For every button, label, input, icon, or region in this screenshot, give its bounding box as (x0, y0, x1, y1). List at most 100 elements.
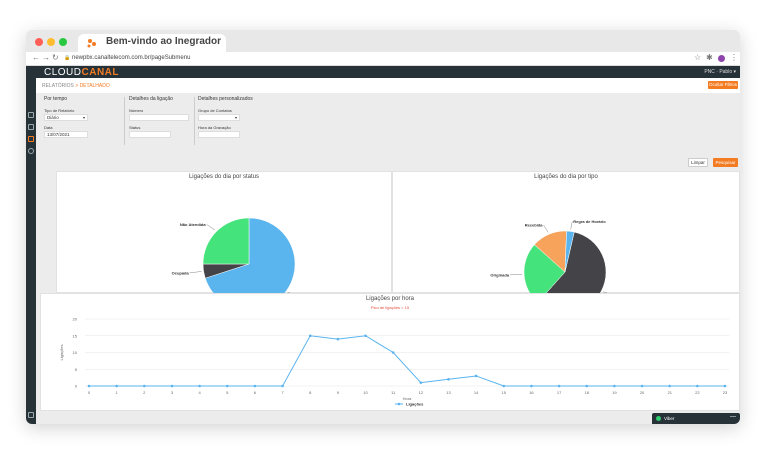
divider (124, 97, 125, 145)
y-tick-label: 10 (73, 350, 78, 355)
data-point (253, 384, 257, 388)
data-point (613, 384, 616, 388)
chevron-down-icon: ▾ (82, 115, 85, 120)
pie-data-label: Recebida (525, 223, 544, 228)
legend-label: Ligações (406, 402, 424, 407)
sidebar-item-settings-icon[interactable] (28, 148, 34, 154)
date-label: Data (44, 125, 53, 130)
report-type-select[interactable]: Diário ▾ (44, 114, 88, 121)
more-menu-icon[interactable]: ⋮ (730, 53, 738, 62)
forward-icon[interactable]: → (42, 53, 50, 62)
pie-label-connector (543, 224, 549, 233)
pie-type-chart: InternaOriginadaRecebidaRegra de Horário (490, 219, 629, 294)
line-hour-panel: Ligações por hora Pico de ligações = 15 … (40, 293, 740, 411)
x-tick-label: 4 (198, 390, 201, 395)
number-field[interactable] (129, 114, 189, 121)
x-tick-label: 9 (337, 390, 340, 395)
y-tick-label: 0 (75, 384, 78, 389)
sidebar-item-help-icon[interactable] (28, 412, 34, 418)
data-point (723, 384, 727, 388)
x-tick-label: 18 (585, 390, 590, 395)
pie-data-label: Originada (490, 272, 509, 277)
x-tick-label: 13 (446, 390, 451, 395)
data-point (502, 384, 506, 388)
filter-group-title: Detalhes da ligação (129, 96, 173, 102)
sidebar-item-dashboard-icon[interactable] (28, 112, 34, 118)
browser-window: Bem-vindo ao Inegrador ← → ↻ 🔒 newpbx.ca… (26, 30, 740, 424)
sidebar-item-calls-icon[interactable] (28, 124, 34, 130)
sidebar (26, 78, 36, 424)
data-point (281, 384, 284, 388)
x-tick-label: 22 (695, 390, 700, 395)
status-label: Status (129, 125, 141, 130)
data-point (115, 384, 118, 388)
star-icon[interactable]: ☆ (694, 53, 701, 62)
data-point (585, 384, 589, 388)
app-brand[interactable]: CLOUDCANAL (44, 67, 119, 78)
x-tick-label: 12 (419, 390, 424, 395)
chevron-down-icon: ▾ (234, 115, 237, 120)
clear-button[interactable]: Limpar (688, 158, 708, 167)
browser-titlebar: Bem-vindo ao Inegrador (26, 30, 740, 52)
pie-type-panel: Ligações do dia por tipo InternaOriginad… (392, 171, 740, 294)
data-point (308, 334, 312, 338)
minimize-icon[interactable]: — (730, 414, 736, 420)
pie-data-label: Não Atendida (180, 222, 206, 227)
date-field[interactable]: 13/07/2021 (44, 131, 88, 138)
maximize-window-icon[interactable] (59, 38, 67, 46)
recording-time-field[interactable] (198, 131, 240, 138)
recording-time-label: Hora da Gravação (198, 125, 231, 130)
x-axis-label: Hora (403, 396, 412, 401)
viber-label: Viber (664, 416, 675, 421)
filter-group-time: Por tempo Tipo de Relatório Diário ▾ Data… (44, 96, 88, 148)
contact-group-label: Grupo de Contatos (198, 108, 232, 113)
x-tick-label: 8 (309, 390, 312, 395)
close-window-icon[interactable] (35, 38, 43, 46)
data-point (447, 378, 450, 381)
pie-label-connector (189, 271, 202, 273)
pie-data-label: Ocupada (172, 270, 190, 275)
x-tick-label: 2 (143, 390, 146, 395)
x-tick-label: 6 (254, 390, 257, 395)
viber-status-icon (656, 416, 661, 421)
x-tick-label: 20 (640, 390, 645, 395)
status-field[interactable] (129, 131, 171, 138)
data-point (336, 337, 340, 341)
extensions-icon[interactable]: ✱ (706, 53, 713, 62)
viber-widget[interactable]: Viber — (652, 413, 740, 424)
breadcrumb-separator: > (75, 83, 79, 89)
x-tick-label: 16 (529, 390, 534, 395)
data-point (640, 384, 644, 388)
address-bar: ← → ↻ 🔒 newpbx.canaltelecom.com.br/pageS… (26, 52, 740, 66)
search-button[interactable]: Pesquisar (713, 158, 738, 167)
series-line (89, 335, 725, 387)
pie-slice (202, 217, 250, 265)
filters-panel: Por tempo Tipo de Relatório Diário ▾ Data… (36, 93, 740, 151)
back-icon[interactable]: ← (32, 53, 40, 62)
breadcrumb: RELATÓRIOS > DETALHADO (42, 83, 110, 89)
filter-group-title: Detalhes personalizados (198, 96, 253, 102)
user-menu[interactable]: PNC · Pablo ▾ (704, 69, 736, 75)
y-tick-label: 20 (73, 317, 78, 322)
x-tick-label: 15 (502, 390, 507, 395)
data-point (391, 351, 395, 354)
lock-icon: 🔒 (64, 55, 71, 61)
minimize-window-icon[interactable] (47, 38, 55, 46)
x-tick-label: 3 (171, 390, 174, 395)
url-field[interactable]: newpbx.canaltelecom.com.br/pageSubmenu (72, 55, 190, 61)
filter-group-call-details: Detalhes da ligação Número Status (129, 96, 189, 148)
profile-avatar[interactable] (718, 55, 725, 62)
x-tick-label: 1 (116, 390, 119, 395)
breadcrumb-parent[interactable]: RELATÓRIOS (42, 83, 74, 89)
contact-group-select[interactable]: ▾ (198, 114, 240, 121)
x-tick-label: 21 (667, 390, 672, 395)
app-header: CLOUDCANAL PNC · Pablo ▾ (26, 66, 740, 78)
sidebar-item-reports-icon[interactable] (28, 136, 34, 142)
hide-filters-button[interactable]: Ocultar Filtros (708, 81, 738, 89)
x-tick-label: 14 (474, 390, 479, 395)
browser-tab[interactable]: Bem-vindo ao Inegrador (78, 34, 226, 52)
x-tick-label: 10 (363, 390, 368, 395)
data-point (198, 384, 201, 388)
data-point (225, 384, 229, 388)
reload-icon[interactable]: ↻ (52, 53, 59, 62)
